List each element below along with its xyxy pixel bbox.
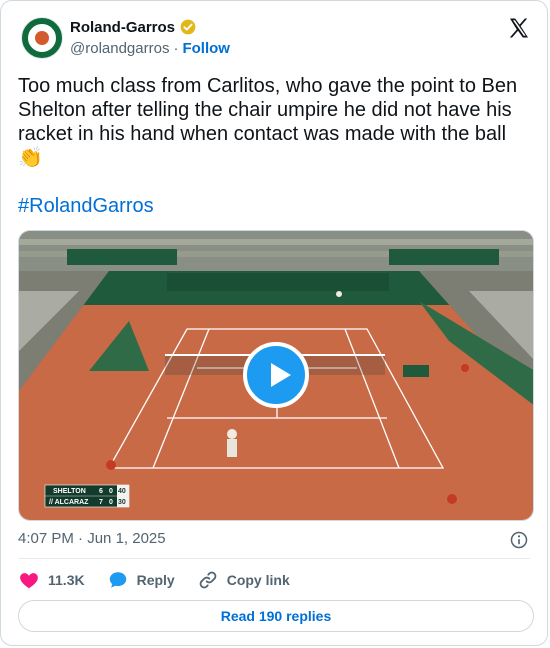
follow-button[interactable]: Follow — [182, 40, 230, 57]
info-icon[interactable] — [509, 530, 529, 550]
hashtag-link[interactable]: #RolandGarros — [18, 194, 533, 218]
score-row-1-player: SHELTON — [53, 488, 86, 495]
score-row-1-points: 40 — [118, 488, 126, 495]
like-button[interactable]: 11.3K — [18, 569, 85, 591]
roland-garros-logo-icon — [26, 22, 58, 54]
score-row-2-sets: 7 — [99, 499, 103, 506]
action-bar: 11.3K Reply Copy link — [18, 568, 312, 592]
score-row-2-games: 0 — [109, 499, 113, 506]
author-name[interactable]: Roland-Garros — [70, 19, 175, 36]
x-logo-icon[interactable] — [507, 16, 531, 40]
score-row-2-player: // ALCARAZ — [49, 499, 89, 506]
heart-icon — [20, 573, 38, 589]
tweet-text: Too much class from Carlitos, who gave t… — [18, 75, 518, 169]
gold-verified-badge-icon — [180, 19, 196, 35]
reply-bubble-icon — [109, 572, 126, 588]
reply-label: Reply — [136, 572, 175, 588]
link-icon — [199, 571, 217, 589]
tweet-timestamp[interactable]: 4:07 PM · Jun 1, 2025 — [18, 530, 166, 547]
author-name-row: Roland-Garros — [70, 18, 197, 36]
score-row-1-games: 0 — [109, 488, 113, 495]
copy-link-button[interactable]: Copy link — [197, 569, 290, 591]
avatar[interactable] — [21, 17, 63, 59]
tweet-body: Too much class from Carlitos, who gave t… — [18, 74, 533, 218]
score-row-1-sets: 6 — [99, 488, 103, 495]
read-replies-label: Read 190 replies — [220, 608, 332, 624]
tweet-card: Roland-Garros @rolandgarros · Follow Too… — [0, 0, 548, 646]
logo-clay-circle — [35, 31, 49, 45]
like-count: 11.3K — [48, 572, 85, 588]
copy-link-label: Copy link — [226, 572, 290, 588]
play-button[interactable] — [243, 342, 309, 408]
meta-separator: · — [78, 530, 84, 547]
score-row-2-points: 30 — [118, 499, 126, 506]
video-player[interactable]: SHELTON 6 0 // ALCARAZ 7 0 40 30 — [18, 230, 534, 521]
read-replies-button[interactable]: Read 190 replies — [18, 600, 534, 632]
tweet-header: Roland-Garros @rolandgarros · Follow — [21, 16, 531, 60]
reply-button[interactable]: Reply — [107, 569, 175, 591]
author-handle-row: @rolandgarros · Follow — [70, 40, 230, 57]
author-handle[interactable]: @rolandgarros — [70, 40, 169, 57]
tweet-date: Jun 1, 2025 — [87, 530, 166, 547]
divider — [18, 558, 530, 559]
handle-separator: · — [173, 40, 179, 57]
tweet-time: 4:07 PM — [18, 530, 74, 547]
